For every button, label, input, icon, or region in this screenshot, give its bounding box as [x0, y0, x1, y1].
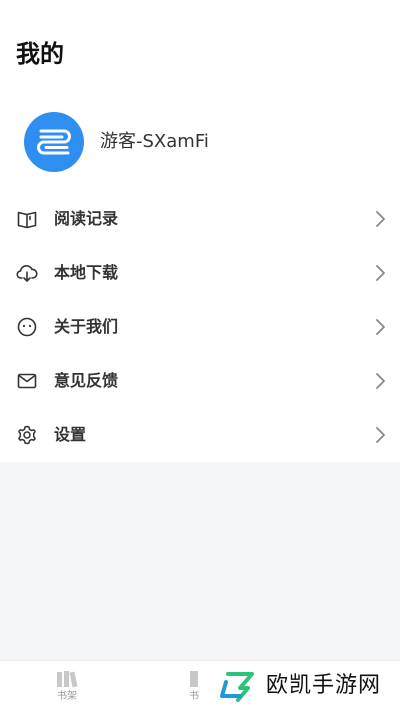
menu-item-about-us[interactable]: 关于我们 [0, 300, 400, 354]
profile-card[interactable]: 游客-SXamFi [0, 110, 400, 174]
tab-bookshelf[interactable]: 书架 [37, 665, 97, 709]
menu-list: 阅读记录 本地下载 关于我们 意见反馈 设置 [0, 192, 400, 462]
menu-item-label: 关于我们 [54, 317, 119, 336]
bookshelf-icon [57, 671, 78, 688]
menu-item-label: 设置 [54, 425, 87, 444]
watermark-text: 欧凯手游网 [266, 673, 382, 698]
watermark: 欧凯手游网 [214, 660, 400, 711]
cloud-download-icon [16, 265, 38, 282]
mail-icon [17, 373, 37, 389]
menu-item-label: 意见反馈 [54, 371, 119, 390]
menu-item-feedback[interactable]: 意见反馈 [0, 354, 400, 408]
smiley-icon [17, 317, 37, 337]
tab-label: 书架 [57, 691, 77, 702]
username: 游客-SXamFi [100, 131, 209, 152]
menu-item-local-download[interactable]: 本地下载 [0, 246, 400, 300]
menu-item-label: 阅读记录 [54, 209, 119, 228]
book-stack-icon [190, 671, 198, 687]
page-title: 我的 [16, 40, 64, 68]
main-panel: 我的 游客-SXamFi 阅读记录 本地下载 关于我们 意见反馈 设置 [0, 0, 400, 462]
chevron-right-icon [376, 211, 385, 227]
menu-item-settings[interactable]: 设置 [0, 408, 400, 462]
gear-icon [18, 425, 36, 445]
avatar[interactable] [24, 112, 84, 172]
chevron-right-icon [376, 265, 385, 281]
chevron-right-icon [376, 373, 385, 389]
menu-item-label: 本地下载 [54, 263, 119, 282]
book-icon [17, 211, 37, 229]
chevron-right-icon [376, 427, 385, 443]
menu-item-reading-history[interactable]: 阅读记录 [0, 192, 400, 246]
chevron-right-icon [376, 319, 385, 335]
swirl-logo-icon [37, 129, 71, 155]
watermark-logo-icon [220, 672, 254, 702]
